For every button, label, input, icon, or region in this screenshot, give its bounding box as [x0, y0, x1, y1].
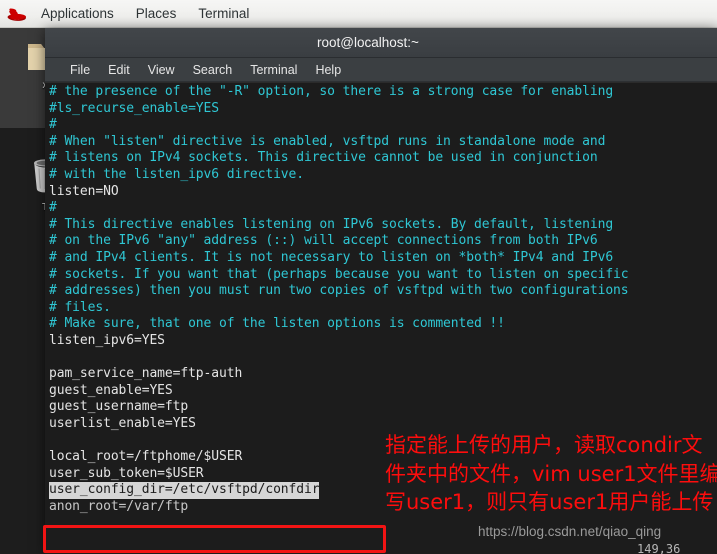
terminal-line-text: # [49, 117, 57, 133]
terminal-line: # [49, 200, 629, 217]
terminal-line-text [49, 432, 57, 447]
terminal-line: # with the listen_ipv6 directive. [49, 167, 629, 184]
terminal-line: guest_username=ftp [49, 399, 629, 416]
terminal-line: guest_enable=YES [49, 383, 629, 400]
terminal-line: userlist_enable=YES [49, 416, 629, 433]
terminal-line: # addresses) then you must run two copie… [49, 283, 629, 300]
terminal-line: # sockets. If you want that (perhaps bec… [49, 267, 629, 284]
terminal-line-text: user_sub_token=$USER [49, 465, 204, 481]
menu-item-search[interactable]: Search [184, 58, 242, 82]
terminal-line-text: local_root=/ftphome/$USER [49, 449, 243, 465]
annotation-line: 指定能上传的用户，读取condir文 [385, 433, 703, 457]
terminal-line: # files. [49, 300, 629, 317]
terminal-line: # When "listen" directive is enabled, vs… [49, 134, 629, 151]
terminal-line-text: #ls_recurse_enable=YES [49, 100, 219, 116]
screen: Applications Places Terminal x T [0, 0, 717, 554]
terminal-line-text: # sockets. If you want that (perhaps bec… [49, 266, 629, 282]
terminal-line-text: anon_root=/var/ftp [49, 498, 189, 514]
terminal-line-text: # the presence of the "-R" option, so th… [49, 84, 614, 99]
terminal-line: # and IPv4 clients. It is not necessary … [49, 250, 629, 267]
terminal-line-text: listen=NO [49, 183, 119, 199]
terminal-line: listen=NO [49, 184, 629, 201]
terminal-line: # Make sure, that one of the listen opti… [49, 316, 629, 333]
menu-item-view[interactable]: View [139, 58, 184, 82]
terminal-line-selected: user_config_dir=/etc/vsftpd/confdir [49, 482, 320, 499]
red-annotation-text: 指定能上传的用户，读取condir文 件夹中的文件，vim user1文件里编 写u… [385, 431, 717, 517]
terminal-line-text: # files. [49, 299, 111, 315]
vim-cursor-position: 149,36 [637, 542, 681, 554]
panel-item-applications[interactable]: Applications [30, 0, 125, 28]
terminal-menubar: File Edit View Search Terminal Help [45, 58, 717, 82]
terminal-line: #ls_recurse_enable=YES [49, 101, 629, 118]
terminal-line-text: # [49, 200, 57, 216]
terminal-line-text: # listens on IPv4 sockets. This directiv… [49, 150, 598, 166]
annotation-line: 件夹中的文件，vim user1文件里编 [385, 461, 717, 486]
terminal-line-text: pam_service_name=ftp-auth [49, 366, 243, 382]
annotation-line: 写user1，则只有user1用户能上传 [385, 490, 714, 514]
terminal-line: pam_service_name=ftp-auth [49, 366, 629, 383]
menu-item-help[interactable]: Help [306, 58, 350, 82]
terminal-line: # [49, 117, 629, 134]
terminal-line-text: guest_username=ftp [49, 399, 189, 415]
terminal-line-text: userlist_enable=YES [49, 415, 196, 431]
panel-item-places[interactable]: Places [125, 0, 188, 28]
menu-item-file[interactable]: File [61, 58, 99, 82]
redhat-logo-icon[interactable] [6, 5, 28, 23]
terminal-line-text: # and IPv4 clients. It is not necessary … [49, 249, 614, 265]
terminal-line-text [49, 350, 57, 365]
terminal-line: # the presence of the "-R" option, so th… [49, 84, 629, 101]
terminal-titlebar[interactable]: root@localhost:~ [45, 28, 717, 58]
terminal-line-text: # with the listen_ipv6 directive. [49, 166, 304, 182]
terminal-line: # on the IPv6 "any" address (::) will ac… [49, 233, 629, 250]
terminal-line-text: # on the IPv6 "any" address (::) will ac… [49, 233, 598, 249]
terminal-line [49, 350, 629, 367]
terminal-title: root@localhost:~ [317, 35, 419, 50]
terminal-line: # listens on IPv4 sockets. This directiv… [49, 150, 629, 167]
panel-item-terminal[interactable]: Terminal [187, 0, 260, 28]
menu-item-terminal[interactable]: Terminal [241, 58, 306, 82]
terminal-line-text: listen_ipv6=YES [49, 332, 165, 348]
watermark-url: https://blog.csdn.net/qiao_qing [478, 524, 662, 539]
terminal-line-text: # Make sure, that one of the listen opti… [49, 316, 505, 332]
terminal-line: # This directive enables listening on IP… [49, 217, 629, 234]
terminal-line-text: guest_enable=YES [49, 382, 173, 398]
terminal-line-text: # This directive enables listening on IP… [49, 216, 614, 232]
terminal-line-text: # addresses) then you must run two copie… [49, 283, 629, 299]
terminal-line-text: # When "listen" directive is enabled, vs… [49, 133, 606, 149]
terminal-line: listen_ipv6=YES [49, 333, 629, 350]
menu-item-edit[interactable]: Edit [99, 58, 139, 82]
top-panel: Applications Places Terminal [0, 0, 717, 28]
